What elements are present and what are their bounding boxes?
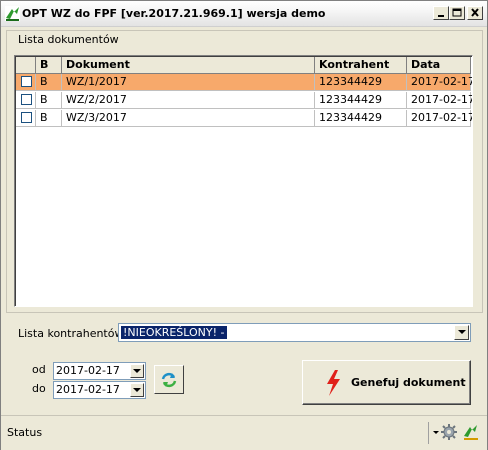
contractors-label: Lista kontrahentów xyxy=(18,327,124,340)
col-header-check[interactable] xyxy=(16,57,36,73)
app-window: OPT WZ do FPF [ver.2017.21.969.1] wersja… xyxy=(0,0,488,450)
window-title: OPT WZ do FPF [ver.2017.21.969.1] wersja… xyxy=(22,7,326,20)
refresh-button[interactable] xyxy=(154,365,184,394)
minimize-icon xyxy=(438,15,444,17)
app-logo-icon[interactable] xyxy=(463,424,479,440)
cell-dokument: WZ/3/2017 xyxy=(62,110,315,126)
contractors-selected-value: !NIEOKREŚLONY! - xyxy=(121,326,227,339)
close-button[interactable] xyxy=(467,6,483,20)
chevron-down-icon xyxy=(458,330,466,334)
col-header-kontrahent[interactable]: Kontrahent xyxy=(315,57,407,73)
col-header-b[interactable]: B xyxy=(36,57,62,73)
minimize-button[interactable] xyxy=(433,6,449,20)
col-header-data[interactable]: Data xyxy=(407,57,471,73)
row-checkbox[interactable] xyxy=(21,76,32,87)
date-from-label: od xyxy=(32,363,46,376)
grid-header: B Dokument Kontrahent Data xyxy=(16,57,471,74)
row-checkbox[interactable] xyxy=(21,112,32,123)
chevron-down-icon xyxy=(133,388,141,392)
date-to-picker[interactable]: 2017-02-17 xyxy=(53,381,146,399)
generate-document-label: Genefuj dokument xyxy=(351,376,466,389)
lightning-icon xyxy=(327,370,340,396)
cell-data: 2017-02-17 xyxy=(407,92,472,108)
maximize-button[interactable] xyxy=(449,6,465,20)
generate-document-button[interactable]: Genefuj dokument xyxy=(302,360,471,405)
cell-data: 2017-02-17 xyxy=(407,110,472,126)
status-separator xyxy=(428,422,429,444)
table-row[interactable]: B WZ/3/2017 123344429 2017-02-17 xyxy=(16,110,472,127)
date-to-value: 2017-02-17 xyxy=(56,383,120,396)
contractors-dropdown-button[interactable] xyxy=(454,325,469,340)
row-checkbox[interactable] xyxy=(21,94,32,105)
dropdown-arrow-icon[interactable] xyxy=(433,431,439,435)
cell-kontrahent: 123344429 xyxy=(315,92,407,108)
cell-kontrahent: 123344429 xyxy=(315,74,407,90)
app-logo-icon xyxy=(5,6,20,21)
table-row[interactable]: B WZ/2/2017 123344429 2017-02-17 xyxy=(16,92,472,109)
date-from-value: 2017-02-17 xyxy=(56,364,120,377)
refresh-icon xyxy=(161,372,177,388)
status-bar: Status xyxy=(1,415,487,450)
date-to-dropdown-button[interactable] xyxy=(130,383,144,397)
col-header-dokument[interactable]: Dokument xyxy=(62,57,315,73)
maximize-icon xyxy=(452,8,462,17)
table-row[interactable]: B WZ/1/2017 123344429 2017-02-17 xyxy=(16,74,472,91)
cell-data: 2017-02-17 xyxy=(407,74,472,90)
document-list-label: Lista dokumentów xyxy=(18,33,119,46)
cell-kontrahent: 123344429 xyxy=(315,110,407,126)
contractors-select[interactable]: !NIEOKREŚLONY! - xyxy=(118,323,471,342)
title-bar[interactable]: OPT WZ do FPF [ver.2017.21.969.1] wersja… xyxy=(1,1,487,27)
cell-b: B xyxy=(36,110,62,126)
gear-icon[interactable] xyxy=(441,424,457,440)
document-grid[interactable]: B Dokument Kontrahent Data B WZ/1/2017 1… xyxy=(14,55,473,307)
chevron-down-icon xyxy=(133,369,141,373)
date-to-label: do xyxy=(32,382,46,395)
date-from-picker[interactable]: 2017-02-17 xyxy=(53,362,146,380)
cell-b: B xyxy=(36,74,62,90)
date-from-dropdown-button[interactable] xyxy=(130,364,144,378)
cell-dokument: WZ/1/2017 xyxy=(62,74,315,90)
cell-dokument: WZ/2/2017 xyxy=(62,92,315,108)
status-text: Status xyxy=(7,426,43,439)
close-icon xyxy=(471,8,479,17)
cell-b: B xyxy=(36,92,62,108)
